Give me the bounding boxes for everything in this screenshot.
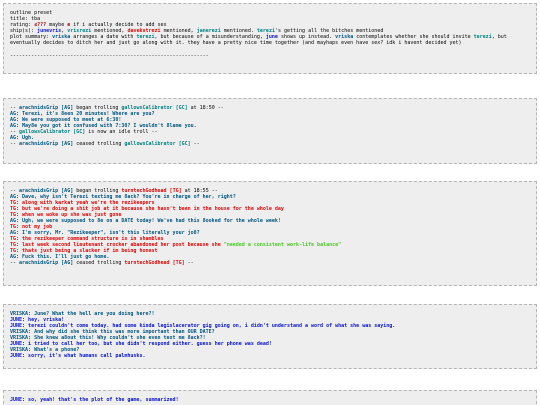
gallows-chatlog-box: -- arachnidsGrip [AG] began trolling gal… — [3, 98, 537, 164]
text-run: is now an idle troll -- — [85, 129, 158, 135]
text-line: -- arachnidsGrip [AG] ceased trolling tu… — [10, 260, 532, 266]
text-run: terezi — [473, 34, 492, 40]
text-line: plot summary: vriska arranges a date wit… — [10, 34, 532, 46]
dashed-separator: ----------------------------------------… — [10, 53, 209, 59]
outline-preset-box: outline preset title: tba rating: ≤??? may… — [3, 3, 537, 74]
turntech-chatlog-box: -- arachnidsGrip [AG] began trolling tur… — [3, 181, 537, 286]
vriska-june-chatlog-box: VRISKA: June? What the hell are you doin… — [3, 304, 537, 369]
text-line: JUNE: so, yeah! that's the plot of the g… — [10, 397, 532, 403]
text-run: JUNE: so, yeah! that's the plot of the g… — [10, 397, 179, 403]
text-line: JUNE: sorry, it's what humans call palmh… — [10, 353, 532, 359]
text-run: turntechGodhead [TG] — [124, 260, 185, 266]
text-run: ceased trolling — [73, 260, 125, 266]
text-run: arachnidsGrip [AG] — [19, 141, 74, 147]
text-run: JUNE: sorry, it's what humans call palmh… — [10, 353, 146, 359]
text-line: -- arachnidsGrip [AG] ceased trolling ga… — [10, 141, 532, 147]
text-run: -- — [10, 260, 20, 266]
text-run: at 18:50 -- — [187, 105, 224, 111]
text-run: -- — [10, 141, 20, 147]
text-run: -- — [184, 260, 194, 266]
text-run: -- — [190, 141, 200, 147]
text-run: gallowsCalibrator [GC] — [124, 141, 191, 147]
text-run: arachnidsGrip [AG] — [19, 260, 74, 266]
summary-chatlog-box: JUNE: so, yeah! that's the plot of the g… — [3, 390, 537, 405]
text-run: ceased trolling — [73, 141, 125, 147]
text-run: "needed a consistent work-life balance" — [223, 242, 342, 248]
